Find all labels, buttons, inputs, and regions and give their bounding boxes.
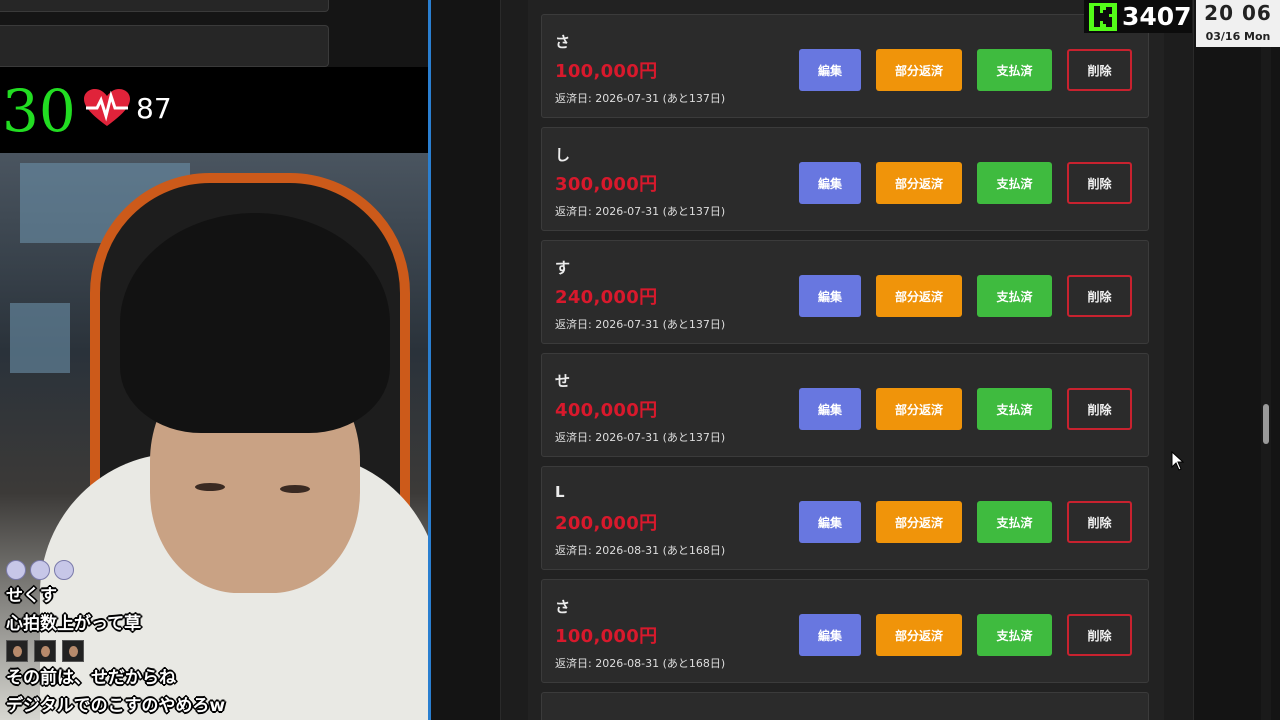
person-hair bbox=[120, 213, 390, 433]
edit-button[interactable]: 編集 bbox=[799, 614, 861, 656]
delete-button[interactable]: 削除 bbox=[1067, 275, 1132, 317]
chat-overlay: せくす 心拍数上がって草 その前は、せだからね デジタルでのこすのやめろw bbox=[6, 560, 426, 720]
loan-amount: 300,000円 bbox=[555, 174, 658, 195]
heart-rate-icon bbox=[84, 89, 130, 126]
delete-button[interactable]: 削除 bbox=[1067, 388, 1132, 430]
chat-message: デジタルでのこすのやめろw bbox=[6, 696, 226, 716]
loan-amount: 400,000円 bbox=[555, 400, 658, 421]
edit-button[interactable]: 編集 bbox=[799, 388, 861, 430]
mouse-cursor-icon bbox=[1171, 451, 1185, 471]
scrollbar-thumb[interactable] bbox=[1263, 404, 1269, 444]
emote-icon bbox=[54, 560, 74, 580]
clock-date: 03/16 Mon bbox=[1205, 30, 1271, 43]
partial-repay-button[interactable]: 部分返済 bbox=[876, 388, 962, 430]
loan-amount: 240,000円 bbox=[555, 287, 658, 308]
due-date: 返済日: 2026-08-31 (あと168日) bbox=[555, 544, 726, 557]
due-date: 返済日: 2026-07-31 (あと137日) bbox=[555, 205, 726, 218]
loan-card: せ 400,000円 返済日: 2026-07-31 (あと137日) 編集 部… bbox=[541, 353, 1149, 457]
emote-icon bbox=[6, 560, 26, 580]
lender-name: し bbox=[555, 146, 571, 164]
lender-name: L bbox=[555, 483, 565, 501]
fps-counter: 30 bbox=[2, 77, 76, 145]
partial-repay-button[interactable]: 部分返済 bbox=[876, 614, 962, 656]
mark-paid-button[interactable]: 支払済 bbox=[977, 162, 1052, 204]
loan-card: し 300,000円 返済日: 2026-07-31 (あと137日) 編集 部… bbox=[541, 127, 1149, 231]
delete-button[interactable]: 削除 bbox=[1067, 614, 1132, 656]
partial-repay-button[interactable]: 部分返済 bbox=[876, 49, 962, 91]
eye bbox=[195, 483, 225, 491]
edit-button[interactable]: 編集 bbox=[799, 501, 861, 543]
partial-repay-button[interactable]: 部分返済 bbox=[876, 275, 962, 317]
edit-button[interactable]: 編集 bbox=[799, 275, 861, 317]
partial-repay-button[interactable]: 部分返済 bbox=[876, 501, 962, 543]
loan-amount: 100,000円 bbox=[555, 61, 658, 82]
loan-card: す 240,000円 返済日: 2026-07-31 (あと137日) 編集 部… bbox=[541, 240, 1149, 344]
partial-panel bbox=[0, 0, 329, 12]
viewer-count: 3407 bbox=[1122, 2, 1192, 31]
loan-amount: 200,000円 bbox=[555, 513, 658, 534]
mark-paid-button[interactable]: 支払済 bbox=[977, 614, 1052, 656]
avatar bbox=[62, 640, 84, 662]
heart-rate-value: 87 bbox=[136, 92, 172, 125]
kick-logo-icon bbox=[1089, 3, 1117, 31]
top-ui-remnant bbox=[0, 0, 428, 67]
partial-repay-button[interactable]: 部分返済 bbox=[876, 162, 962, 204]
chat-message: 心拍数上がって草 bbox=[6, 614, 142, 634]
chat-avatars bbox=[6, 640, 426, 662]
due-date: 返済日: 2026-08-31 (あと168日) bbox=[555, 657, 726, 670]
lender-name: す bbox=[555, 259, 571, 277]
mark-paid-button[interactable]: 支払済 bbox=[977, 49, 1052, 91]
partial-panel bbox=[0, 25, 329, 67]
loan-card: L 200,000円 返済日: 2026-08-31 (あと168日) 編集 部… bbox=[541, 466, 1149, 570]
loan-card-partial bbox=[541, 692, 1149, 720]
delete-button[interactable]: 削除 bbox=[1067, 49, 1132, 91]
lender-name: さ bbox=[555, 598, 571, 616]
edit-button[interactable]: 編集 bbox=[799, 162, 861, 204]
edit-button[interactable]: 編集 bbox=[799, 49, 861, 91]
shelf bbox=[10, 303, 70, 373]
lender-name: さ bbox=[555, 33, 571, 51]
avatar bbox=[6, 640, 28, 662]
clock-time: 20 06 bbox=[1204, 1, 1272, 25]
loan-card: さ 100,000円 返済日: 2026-07-31 (あと137日) 編集 部… bbox=[541, 14, 1149, 118]
kick-viewer-badge: 3407 bbox=[1084, 0, 1192, 33]
eye bbox=[280, 485, 310, 493]
scrollbar-track[interactable] bbox=[1261, 0, 1271, 720]
delete-button[interactable]: 削除 bbox=[1067, 501, 1132, 543]
chat-message: せくす bbox=[6, 586, 57, 606]
browser-content: さ 100,000円 返済日: 2026-07-31 (あと137日) 編集 部… bbox=[431, 0, 1280, 720]
mark-paid-button[interactable]: 支払済 bbox=[977, 388, 1052, 430]
due-date: 返済日: 2026-07-31 (あと137日) bbox=[555, 431, 726, 444]
loan-amount: 100,000円 bbox=[555, 626, 658, 647]
due-date: 返済日: 2026-07-31 (あと137日) bbox=[555, 92, 726, 105]
due-date: 返済日: 2026-07-31 (あと137日) bbox=[555, 318, 726, 331]
clock-widget: 20 06 03/16 Mon bbox=[1196, 0, 1280, 47]
delete-button[interactable]: 削除 bbox=[1067, 162, 1132, 204]
loan-card: さ 100,000円 返済日: 2026-08-31 (あと168日) 編集 部… bbox=[541, 579, 1149, 683]
mark-paid-button[interactable]: 支払済 bbox=[977, 501, 1052, 543]
lender-name: せ bbox=[555, 372, 571, 390]
emote-icon bbox=[30, 560, 50, 580]
avatar bbox=[34, 640, 56, 662]
mark-paid-button[interactable]: 支払済 bbox=[977, 275, 1052, 317]
chat-emotes bbox=[6, 560, 426, 580]
webcam-pane: 30 87 せくす 心拍数上がって草 その前は、せだからね デジタルでのこすのや… bbox=[0, 0, 428, 720]
chat-message: その前は、せだからね bbox=[6, 668, 176, 688]
